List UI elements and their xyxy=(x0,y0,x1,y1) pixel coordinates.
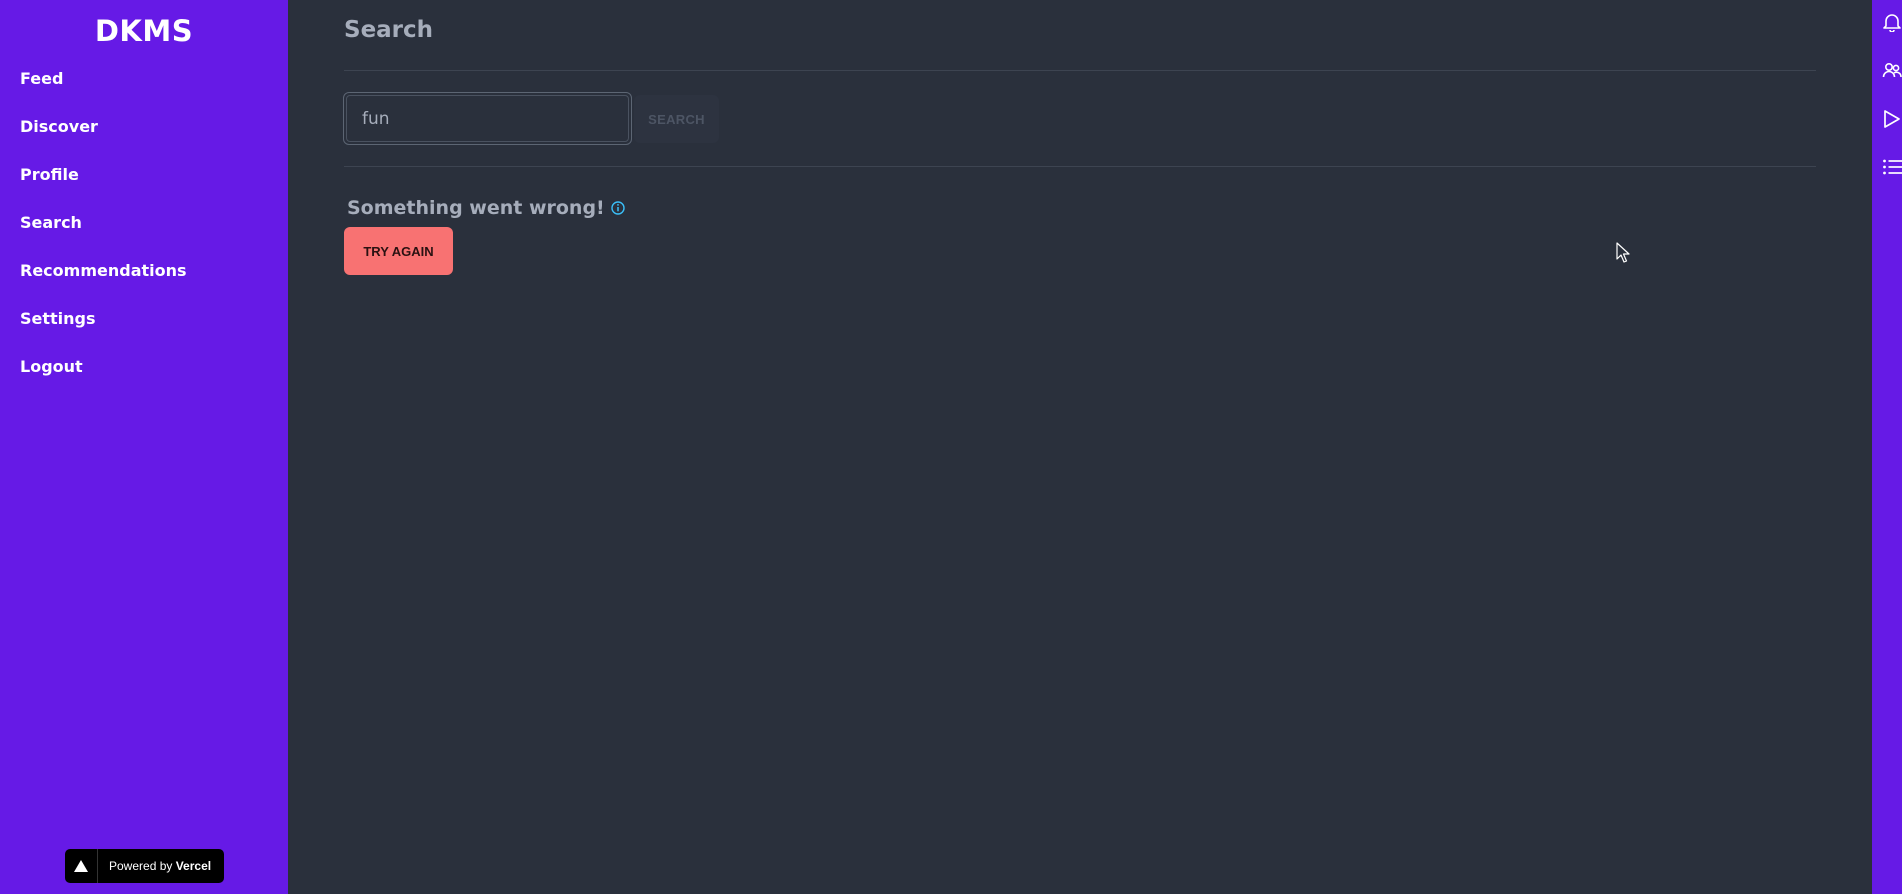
try-again-button[interactable]: TRY AGAIN xyxy=(344,227,453,275)
error-message-row: Something went wrong! xyxy=(347,197,625,219)
page-title: Search xyxy=(344,17,434,43)
vercel-triangle-icon xyxy=(65,849,98,883)
search-input[interactable] xyxy=(346,95,629,142)
list-icon[interactable] xyxy=(1882,157,1902,177)
sidebar: DKMS Feed Discover Profile Search Recomm… xyxy=(0,0,288,894)
search-divider xyxy=(344,166,1816,167)
search-input-focus-ring xyxy=(343,92,632,145)
bell-icon[interactable] xyxy=(1882,12,1902,33)
mouse-cursor-icon xyxy=(1616,242,1630,268)
sidebar-item-recommendations[interactable]: Recommendations xyxy=(20,261,187,281)
play-icon[interactable] xyxy=(1882,109,1902,129)
users-icon[interactable] xyxy=(1882,60,1902,80)
app-logo[interactable]: DKMS xyxy=(0,14,288,48)
search-button[interactable]: SEARCH xyxy=(634,95,719,143)
sidebar-item-discover[interactable]: Discover xyxy=(20,117,98,137)
vercel-badge[interactable]: Powered by Vercel xyxy=(65,849,224,883)
vercel-badge-brand: Vercel xyxy=(175,859,212,873)
vercel-badge-label: Powered by Vercel xyxy=(98,859,211,873)
right-toolbar xyxy=(1872,0,1902,894)
sidebar-item-feed[interactable]: Feed xyxy=(20,69,63,89)
sidebar-item-settings[interactable]: Settings xyxy=(20,309,96,329)
title-divider xyxy=(344,70,1816,71)
error-message: Something went wrong! xyxy=(347,197,605,219)
vercel-badge-prefix: Powered by xyxy=(109,859,173,873)
sidebar-item-search[interactable]: Search xyxy=(20,213,82,233)
sidebar-item-profile[interactable]: Profile xyxy=(20,165,79,185)
sidebar-item-logout[interactable]: Logout xyxy=(20,357,83,377)
info-icon[interactable] xyxy=(611,201,625,215)
